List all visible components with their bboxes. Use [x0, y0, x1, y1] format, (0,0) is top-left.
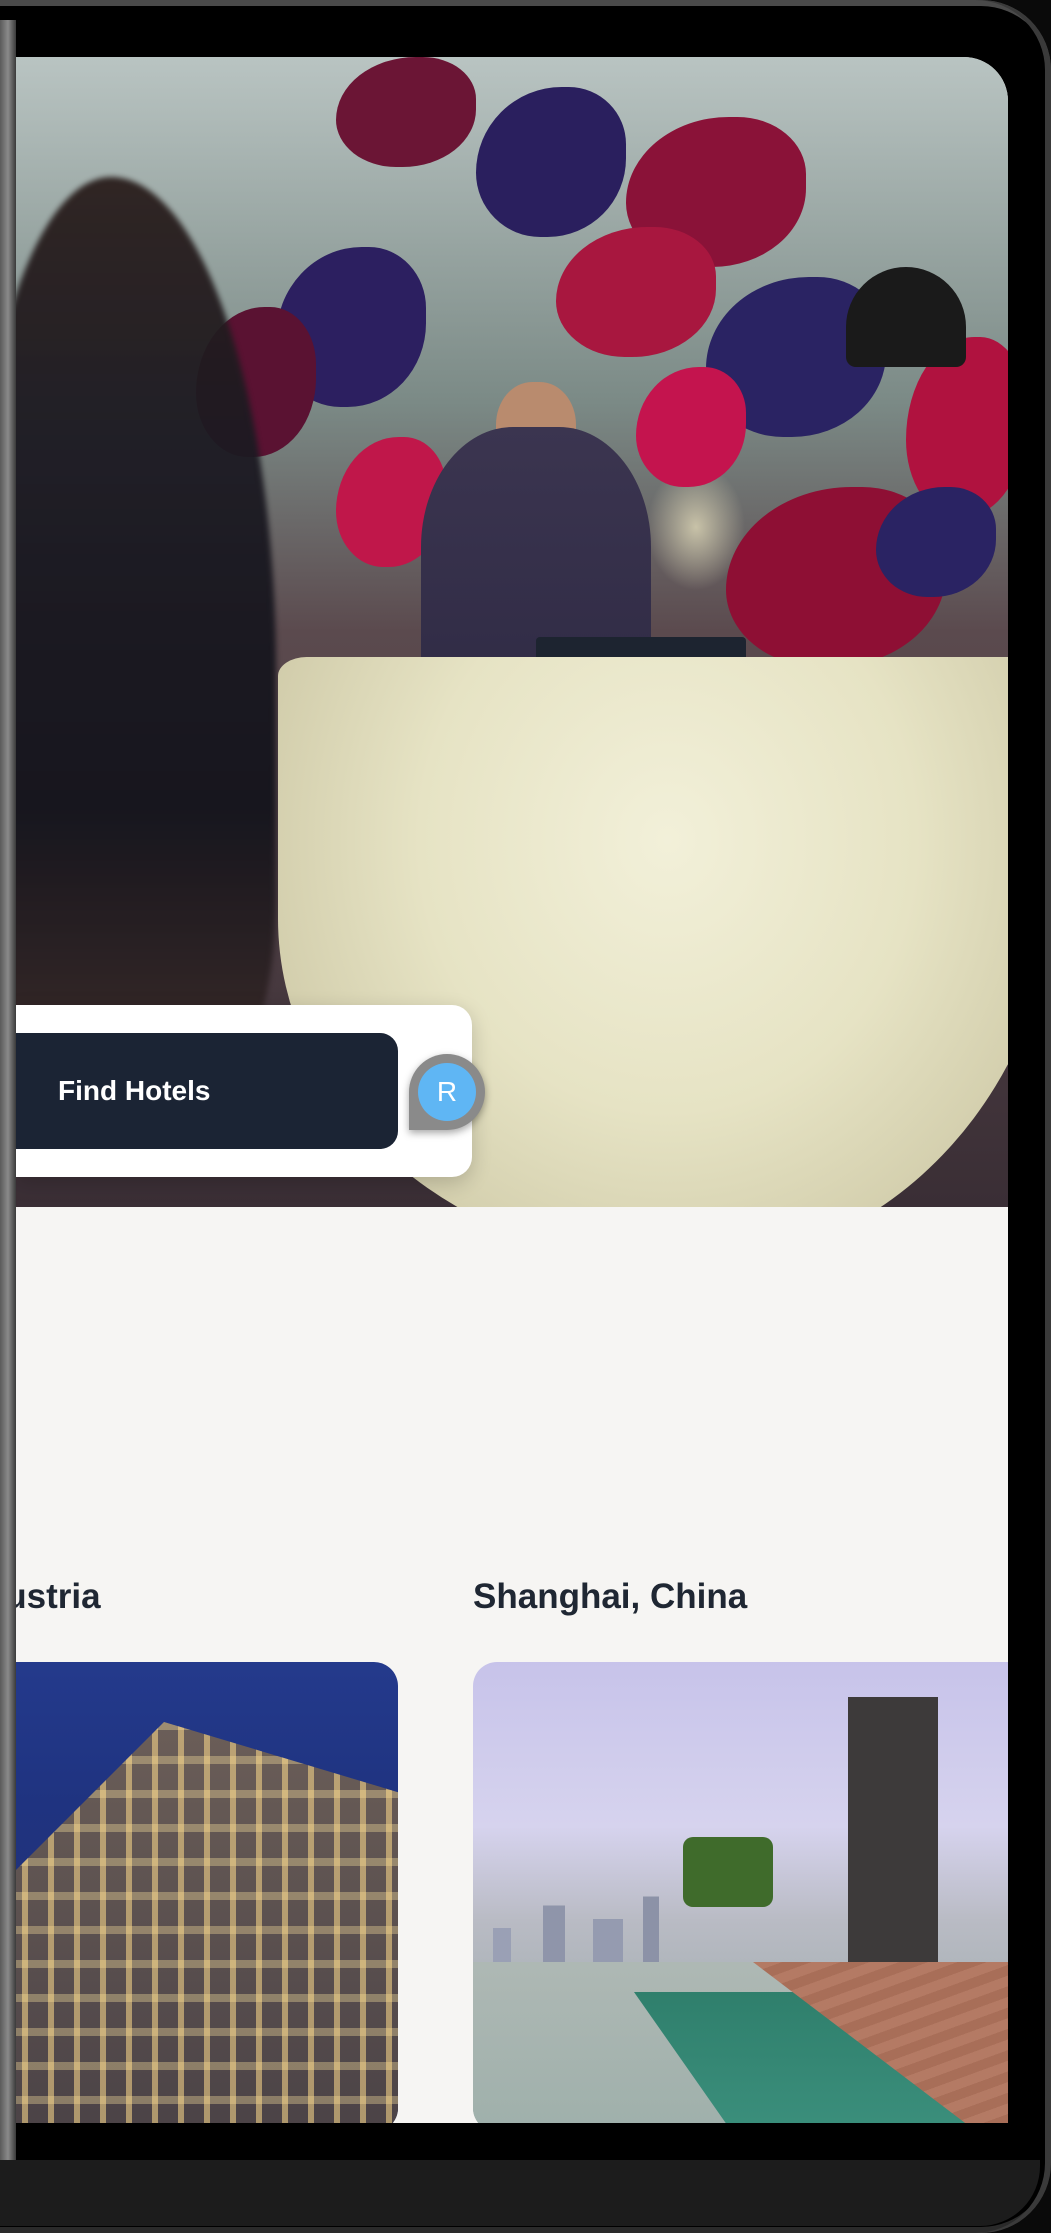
avatar[interactable]: R	[418, 1063, 476, 1121]
butterfly-decoration	[336, 57, 476, 167]
hotel-building-image	[16, 1722, 398, 2123]
destination-card-austria[interactable]	[16, 1662, 398, 2123]
butterfly-decoration	[636, 367, 746, 487]
guest-figure	[16, 177, 276, 1077]
device-frame: Find Hotels R Austria Shanghai, China	[0, 0, 1051, 2233]
device-bottom-bar	[0, 2160, 1040, 2226]
user-avatar-marker[interactable]: R	[409, 1054, 485, 1130]
butterfly-decoration	[476, 87, 626, 237]
find-hotels-button[interactable]: Find Hotels	[16, 1033, 398, 1149]
lamp-decoration	[846, 267, 966, 367]
destination-title-austria: Austria	[16, 1577, 101, 1616]
app-screen: Find Hotels R Austria Shanghai, China	[16, 57, 1008, 2123]
device-side-rail	[0, 20, 16, 2170]
search-card: Find Hotels R	[16, 1005, 485, 1177]
butterfly-decoration	[556, 227, 716, 357]
destination-title-shanghai: Shanghai, China	[473, 1577, 748, 1616]
hedge-image	[683, 1837, 773, 1907]
destination-card-shanghai[interactable]	[473, 1662, 1008, 2123]
tower-image	[848, 1697, 938, 1967]
